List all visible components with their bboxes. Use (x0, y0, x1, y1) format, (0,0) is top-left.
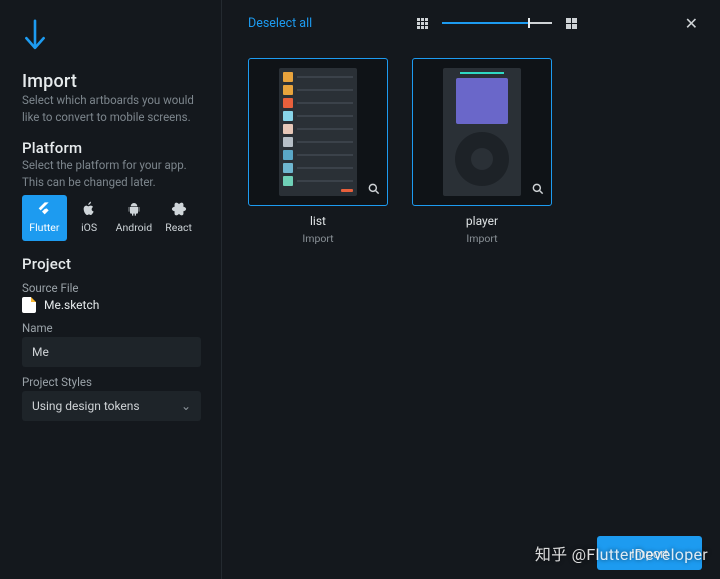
main-panel: Deselect all ✕ list Import (222, 0, 720, 579)
grid-small-icon[interactable] (417, 18, 428, 29)
import-desc: Select which artboards you would like to… (22, 92, 201, 125)
import-button[interactable]: Import (597, 536, 702, 570)
project-name-input[interactable]: Me (22, 337, 201, 367)
sidebar: Import Select which artboards you would … (0, 0, 222, 579)
artboard-frame[interactable] (412, 58, 552, 206)
artboard-frame[interactable] (248, 58, 388, 206)
artboard-title: list (310, 214, 326, 228)
name-label: Name (22, 321, 201, 335)
platform-label: Flutter (29, 221, 59, 234)
topbar: Deselect all ✕ (222, 0, 720, 40)
import-title: Import (22, 71, 201, 92)
magnify-icon[interactable] (367, 182, 381, 199)
artboard-list[interactable]: list Import (248, 58, 388, 245)
thumbnail-size-slider[interactable] (442, 22, 552, 24)
styles-label: Project Styles (22, 375, 201, 389)
apple-icon (81, 201, 97, 217)
artboard-sub: Import (302, 232, 333, 245)
close-icon[interactable]: ✕ (683, 14, 700, 33)
project-styles-select[interactable]: Using design tokens ⌄ (22, 391, 201, 421)
project-name-value: Me (32, 345, 49, 359)
platform-flutter-button[interactable]: Flutter (22, 195, 67, 241)
source-file-label: Source File (22, 281, 201, 295)
react-icon (171, 201, 187, 217)
source-file-row[interactable]: Me.sketch (22, 297, 201, 313)
platform-label: Android (116, 221, 153, 234)
platform-ios-button[interactable]: iOS (67, 195, 112, 241)
app-logo-icon (22, 18, 201, 57)
project-styles-value: Using design tokens (32, 399, 140, 413)
artboard-sub: Import (466, 232, 497, 245)
artboard-player[interactable]: player Import (412, 58, 552, 245)
chevron-down-icon: ⌄ (181, 399, 191, 413)
artboard-thumbnail (443, 68, 521, 196)
platform-label: React (165, 221, 192, 234)
platform-android-button[interactable]: Android (112, 195, 157, 241)
artboard-title: player (466, 214, 498, 228)
platform-react-button[interactable]: React (156, 195, 201, 241)
source-file-name: Me.sketch (44, 298, 99, 312)
platform-desc: Select the platform for your app. This c… (22, 157, 201, 190)
sketch-file-icon (22, 297, 36, 313)
import-section: Import Select which artboards you would … (22, 71, 201, 125)
deselect-all-link[interactable]: Deselect all (248, 16, 312, 31)
artboard-canvas: list Import player Import (222, 40, 720, 527)
platform-title: Platform (22, 139, 201, 157)
grid-large-icon[interactable] (566, 18, 577, 29)
platform-options: Flutter iOS Android React (22, 195, 201, 241)
flutter-icon (36, 201, 52, 217)
footer: Import (222, 527, 720, 579)
project-title: Project (22, 255, 201, 273)
magnify-icon[interactable] (531, 182, 545, 199)
project-section: Project Source File Me.sketch Name Me Pr… (22, 255, 201, 421)
platform-label: iOS (81, 221, 97, 234)
platform-section: Platform Select the platform for your ap… (22, 139, 201, 240)
artboard-thumbnail (279, 68, 357, 196)
android-icon (126, 201, 142, 217)
